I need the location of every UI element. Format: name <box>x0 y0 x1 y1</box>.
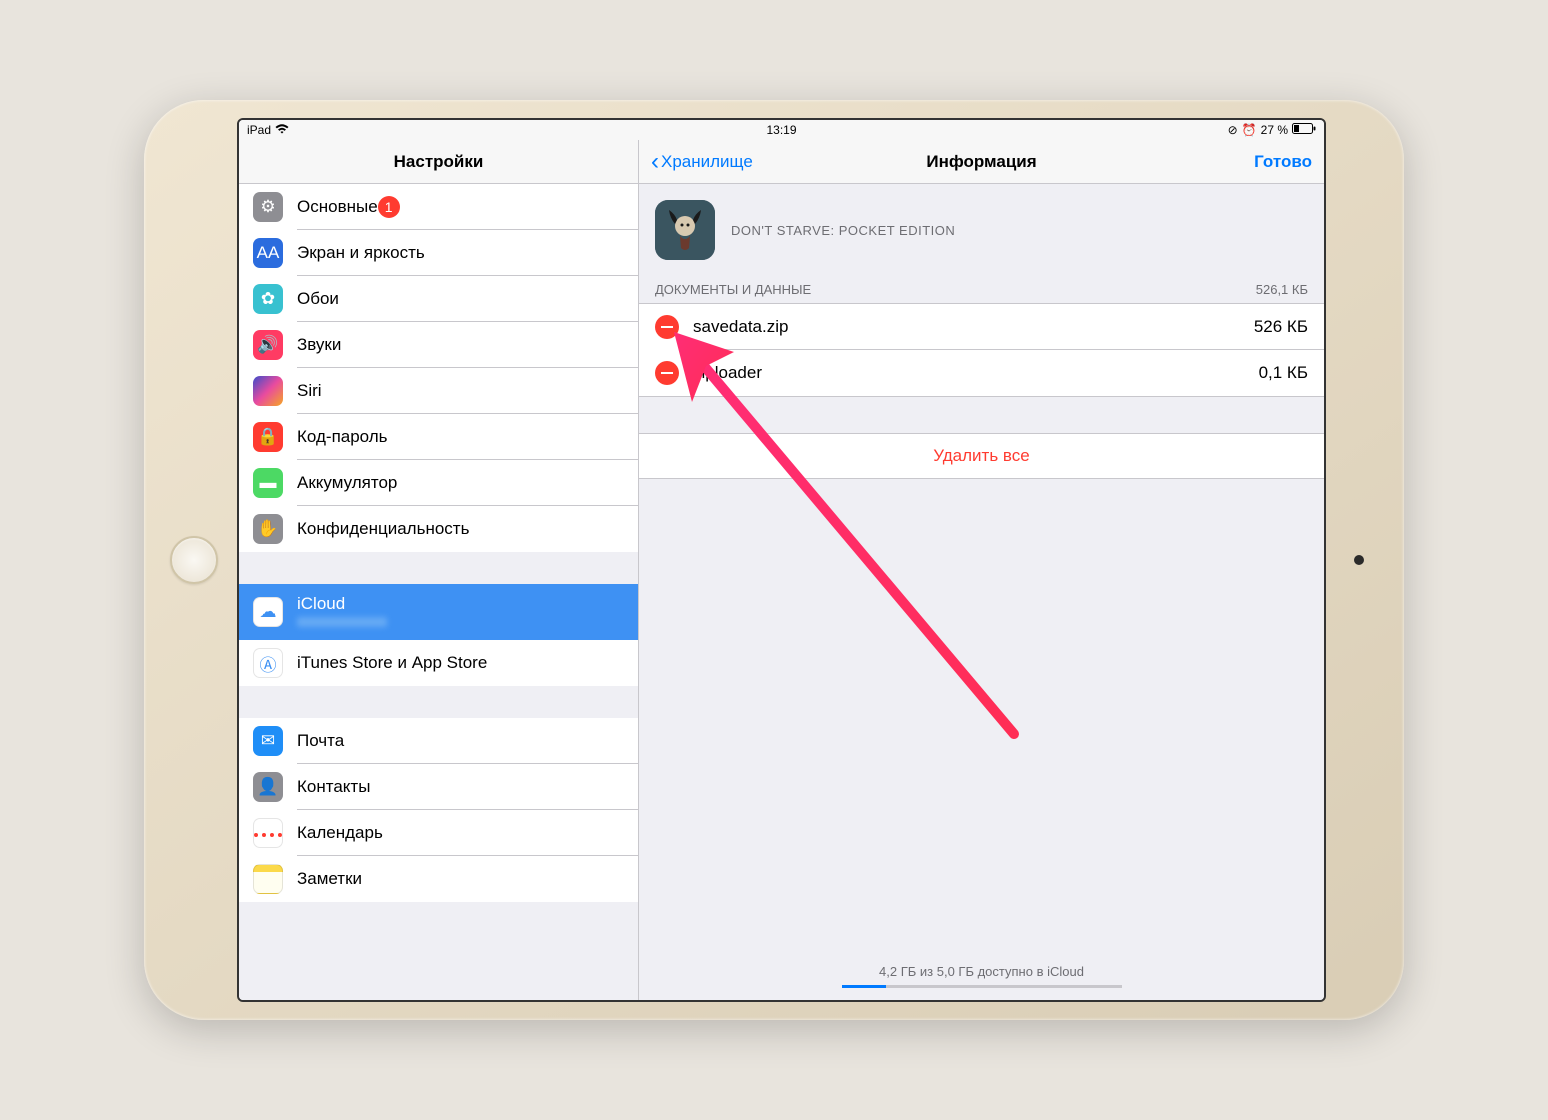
itunes-icon: Ⓐ <box>253 648 283 678</box>
passcode-icon: 🔒 <box>253 422 283 452</box>
sidebar-item-label: Экран и яркость <box>297 243 425 263</box>
sidebar-item-label: Аккумулятор <box>297 473 397 493</box>
orientation-lock-icon: ⊘ <box>1228 123 1238 137</box>
document-row[interactable]: savedata.zip 526 КБ <box>639 304 1324 350</box>
storage-fill <box>842 985 887 988</box>
back-label: Хранилище <box>661 152 753 172</box>
document-size: 0,1 КБ <box>1259 363 1308 383</box>
calendar-icon <box>253 818 283 848</box>
sidebar-item-label: Почта <box>297 731 344 751</box>
battery-icon: ▬ <box>253 468 283 498</box>
sidebar-title: Настройки <box>239 140 638 184</box>
sidebar-item-label: Заметки <box>297 869 362 889</box>
chevron-left-icon: ‹ <box>651 150 659 174</box>
contacts-icon: 👤 <box>253 772 283 802</box>
storage-text: 4,2 ГБ из 5,0 ГБ доступно в iCloud <box>639 964 1324 979</box>
mail-icon: ✉ <box>253 726 283 756</box>
sidebar-item-notes[interactable]: Заметки <box>239 856 638 902</box>
sidebar-item-general[interactable]: ⚙ Основные1 <box>239 184 638 230</box>
sidebar-item-mail[interactable]: ✉ Почта <box>239 718 638 764</box>
sounds-icon: 🔊 <box>253 330 283 360</box>
sidebar-item-contacts[interactable]: 👤 Контакты <box>239 764 638 810</box>
display-icon: AA <box>253 238 283 268</box>
privacy-icon: ✋ <box>253 514 283 544</box>
sidebar-item-label: iTunes Store и App Store <box>297 653 487 673</box>
sidebar-item-wallpaper[interactable]: ✿ Обои <box>239 276 638 322</box>
sidebar-item-label: Звуки <box>297 335 341 355</box>
status-bar: iPad 13:19 ⊘ ⏰ 27 % <box>239 120 1324 140</box>
done-button[interactable]: Готово <box>1254 152 1312 172</box>
sidebar-item-label: Конфиденциальность <box>297 519 469 539</box>
camera <box>1354 555 1364 565</box>
storage-footer: 4,2 ГБ из 5,0 ГБ доступно в iCloud <box>639 964 1324 988</box>
delete-all-button[interactable]: Удалить все <box>639 433 1324 479</box>
sidebar-item-label: Siri <box>297 381 322 401</box>
sidebar-item-label: iCloud <box>297 594 387 614</box>
document-name: savedata.zip <box>693 317 1240 337</box>
document-name: ziploader <box>693 363 1245 383</box>
sidebar-item-icloud[interactable]: ☁ iCloud <box>239 584 638 640</box>
app-icon <box>655 200 715 260</box>
battery-icon <box>1292 123 1316 137</box>
app-info-row: DON'T STARVE: POCKET EDITION <box>639 184 1324 276</box>
sidebar-item-privacy[interactable]: ✋ Конфиденциальность <box>239 506 638 552</box>
wifi-icon <box>275 124 289 137</box>
battery-percent: 27 % <box>1261 123 1288 137</box>
screen: iPad 13:19 ⊘ ⏰ 27 % Настройки ⚙Основные1… <box>237 118 1326 1002</box>
storage-bar <box>842 985 1122 988</box>
sidebar-item-display[interactable]: AA Экран и яркость <box>239 230 638 276</box>
icloud-icon: ☁ <box>253 597 283 627</box>
document-size: 526 КБ <box>1254 317 1308 337</box>
document-row[interactable]: ziploader 0,1 КБ <box>639 350 1324 396</box>
detail-pane: ‹ Хранилище Информация Готово <box>639 140 1324 1000</box>
detail-header: ‹ Хранилище Информация Готово <box>639 140 1324 184</box>
sidebar-item-label: Календарь <box>297 823 383 843</box>
notification-badge: 1 <box>378 196 400 218</box>
detail-title: Информация <box>926 152 1036 172</box>
sidebar-item-battery[interactable]: ▬ Аккумулятор <box>239 460 638 506</box>
wallpaper-icon: ✿ <box>253 284 283 314</box>
siri-icon <box>253 376 283 406</box>
sidebar-item-label: Обои <box>297 289 339 309</box>
notes-icon <box>253 864 283 894</box>
app-name: DON'T STARVE: POCKET EDITION <box>731 223 955 238</box>
documents-section-header: ДОКУМЕНТЫ И ДАННЫЕ 526,1 КБ <box>639 276 1324 303</box>
delete-icon[interactable] <box>655 315 679 339</box>
sidebar-item-passcode[interactable]: 🔒 Код-пароль <box>239 414 638 460</box>
sidebar-list[interactable]: ⚙ Основные1 AA Экран и яркость ✿ Обои 🔊 Звуки Si… <box>239 184 638 1000</box>
back-button[interactable]: ‹ Хранилище <box>651 150 753 174</box>
ipad-frame: iPad 13:19 ⊘ ⏰ 27 % Настройки ⚙Основные1… <box>144 100 1404 1020</box>
sidebar-item-label: Контакты <box>297 777 370 797</box>
icloud-account-label <box>297 616 387 630</box>
delete-icon[interactable] <box>655 361 679 385</box>
documents-list: savedata.zip 526 КБ ziploader 0,1 КБ <box>639 303 1324 397</box>
section-title: ДОКУМЕНТЫ И ДАННЫЕ <box>655 282 811 297</box>
sidebar-item-sounds[interactable]: 🔊 Звуки <box>239 322 638 368</box>
device-label: iPad <box>247 123 271 137</box>
sidebar-item-label: Код-пароль <box>297 427 388 447</box>
sidebar-item-siri[interactable]: Siri <box>239 368 638 414</box>
settings-sidebar: Настройки ⚙ Основные1 AA Экран и яркость ✿ Об… <box>239 140 639 1000</box>
sidebar-item-label: Основные <box>297 197 378 217</box>
sidebar-item-calendar[interactable]: Календарь <box>239 810 638 856</box>
sidebar-item-itunes[interactable]: ⒶiTunes Store и App Store <box>239 640 638 686</box>
alarm-icon: ⏰ <box>1242 123 1257 137</box>
section-size: 526,1 КБ <box>1256 282 1308 297</box>
home-button[interactable] <box>170 536 218 584</box>
clock: 13:19 <box>766 123 796 137</box>
general-icon: ⚙ <box>253 192 283 222</box>
